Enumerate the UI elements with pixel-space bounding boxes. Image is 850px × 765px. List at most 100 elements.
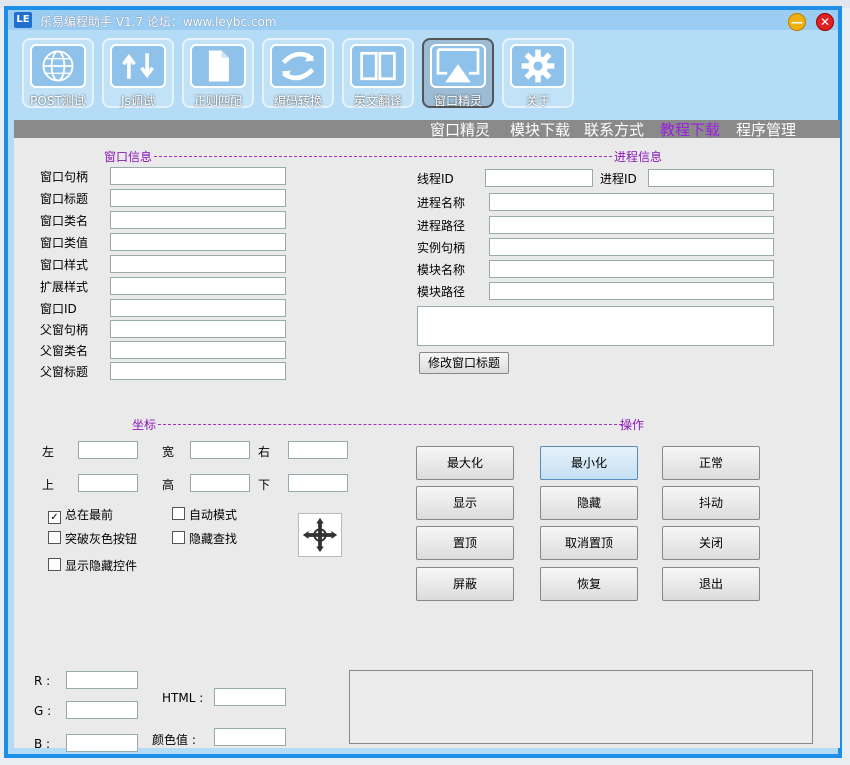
height-input[interactable]: [190, 474, 250, 492]
field-label: 窗口标题: [40, 192, 89, 206]
nav-window-spirit[interactable]: 窗口精灵: [430, 119, 490, 140]
r-label: R :: [34, 674, 51, 688]
window-class-input[interactable]: [110, 211, 286, 229]
field-label: 扩展样式: [40, 280, 89, 294]
process-path-input[interactable]: [489, 216, 774, 234]
module-name-input[interactable]: [489, 260, 774, 278]
minimize-window-button[interactable]: 最小化: [540, 446, 638, 480]
auto-mode-checkbox[interactable]: 自动模式: [172, 506, 237, 523]
top-input[interactable]: [78, 474, 138, 492]
right-input[interactable]: [288, 441, 348, 459]
pin-top-button[interactable]: 置顶: [416, 526, 514, 560]
field-label: 窗口ID: [40, 302, 77, 316]
field-label: 父窗类名: [40, 344, 89, 358]
hide-button[interactable]: 隐藏: [540, 486, 638, 520]
nav-contact[interactable]: 联系方式: [584, 119, 644, 140]
width-input[interactable]: [190, 441, 250, 459]
process-name-input[interactable]: [489, 193, 774, 211]
info-textarea[interactable]: [417, 306, 774, 346]
left-label: 左: [42, 445, 55, 459]
b-input[interactable]: [66, 734, 138, 752]
app-logo-icon: LE: [14, 12, 32, 28]
html-color-input[interactable]: [214, 688, 286, 706]
thread-id-label: 线程ID: [417, 172, 454, 186]
process-id-input[interactable]: [648, 169, 774, 187]
window-handle-input[interactable]: [110, 167, 286, 185]
toolbar-js-debug[interactable]: Js调试: [102, 38, 174, 108]
window-style-input[interactable]: [110, 255, 286, 273]
normal-button[interactable]: 正常: [662, 446, 760, 480]
bottom-input[interactable]: [288, 474, 348, 492]
operations-title: 操作: [620, 418, 645, 432]
field-label: 窗口句柄: [40, 170, 89, 184]
toolbar-label: Js调试: [121, 94, 155, 108]
parent-handle-input[interactable]: [110, 320, 286, 338]
screen-icon: [436, 48, 480, 83]
toolbar-label: 正则匹配: [193, 94, 242, 108]
toolbar-label: 编码转换: [273, 94, 322, 108]
coords-title: 坐标: [132, 418, 157, 432]
window-title-input[interactable]: [110, 189, 286, 207]
nav-bar: 窗口精灵 模块下载 联系方式 教程下载 程序管理: [14, 119, 840, 140]
field-label: 模块名称: [417, 263, 466, 277]
color-value-label: 颜色值 :: [152, 733, 196, 747]
document-icon: [208, 50, 229, 82]
nav-module-download[interactable]: 模块下载: [510, 119, 570, 140]
field-label: 实例句柄: [417, 241, 466, 255]
toolbar-about[interactable]: 关于: [502, 38, 574, 108]
checkbox-unchecked-icon: [172, 507, 185, 520]
title-bar[interactable]: LE 乐易编程助手 V1.7 论坛：www.leybc.com — ✕: [8, 10, 838, 31]
modify-window-title-button[interactable]: 修改窗口标题: [419, 352, 510, 374]
minimize-button[interactable]: —: [788, 13, 806, 31]
left-input[interactable]: [78, 441, 138, 459]
parent-class-input[interactable]: [110, 341, 286, 359]
color-value-input[interactable]: [214, 728, 286, 746]
toolbar-label: 窗口精灵: [433, 94, 482, 108]
field-label: 进程名称: [417, 196, 466, 210]
toolbar-english-translate[interactable]: 英文翻译: [342, 38, 414, 108]
field-label: 窗口类值: [40, 236, 89, 250]
nav-tutorial-download[interactable]: 教程下载: [660, 119, 720, 140]
toolbar-post-test[interactable]: POST测试: [22, 38, 94, 108]
window-id-input[interactable]: [110, 299, 286, 317]
window-title: 乐易编程助手 V1.7 论坛：www.leybc.com: [40, 15, 277, 29]
hide-find-checkbox[interactable]: 隐藏查找: [172, 530, 237, 547]
instance-handle-input[interactable]: [489, 238, 774, 256]
maximize-button[interactable]: 最大化: [416, 446, 514, 480]
show-button[interactable]: 显示: [416, 486, 514, 520]
checkbox-unchecked-icon: [48, 531, 61, 544]
break-gray-button-checkbox[interactable]: 突破灰色按钮: [48, 530, 137, 547]
toolbar-label: POST测试: [30, 94, 86, 108]
extended-style-input[interactable]: [110, 277, 286, 295]
block-button[interactable]: 屏蔽: [416, 567, 514, 601]
window-spirit-panel: 窗口信息 进程信息 窗口句柄 窗口标题 窗口类名 窗口类值 窗口样式 扩展样式 …: [14, 138, 840, 752]
g-input[interactable]: [66, 701, 138, 719]
close-button[interactable]: ✕: [816, 13, 834, 31]
process-id-label: 进程ID: [600, 172, 637, 186]
right-label: 右: [258, 445, 271, 459]
divider: [158, 424, 622, 425]
height-label: 高: [162, 478, 175, 492]
field-label: 模块路径: [417, 285, 466, 299]
shake-button[interactable]: 抖动: [662, 486, 760, 520]
restore-button[interactable]: 恢复: [540, 567, 638, 601]
checkbox-label: 突破灰色按钮: [65, 532, 138, 546]
r-input[interactable]: [66, 671, 138, 689]
checkbox-label: 自动模式: [189, 508, 238, 522]
window-finder-crosshair[interactable]: [298, 513, 342, 557]
window-class-value-input[interactable]: [110, 233, 286, 251]
toolbar-regex-match[interactable]: 正则匹配: [182, 38, 254, 108]
always-on-top-checkbox[interactable]: ✓ 总在最前: [48, 506, 113, 524]
exit-button[interactable]: 退出: [662, 567, 760, 601]
toolbar-encode-convert[interactable]: 编码转换: [262, 38, 334, 108]
module-path-input[interactable]: [489, 282, 774, 300]
nav-program-manage[interactable]: 程序管理: [736, 119, 796, 140]
g-label: G :: [34, 704, 52, 718]
show-hidden-controls-checkbox[interactable]: 显示隐藏控件: [48, 557, 137, 574]
thread-id-input[interactable]: [485, 169, 593, 187]
toolbar-window-spirit[interactable]: 窗口精灵: [422, 38, 494, 108]
close-window-button[interactable]: 关闭: [662, 526, 760, 560]
parent-title-input[interactable]: [110, 362, 286, 380]
html-color-label: HTML :: [162, 691, 204, 705]
unpin-top-button[interactable]: 取消置顶: [540, 526, 638, 560]
